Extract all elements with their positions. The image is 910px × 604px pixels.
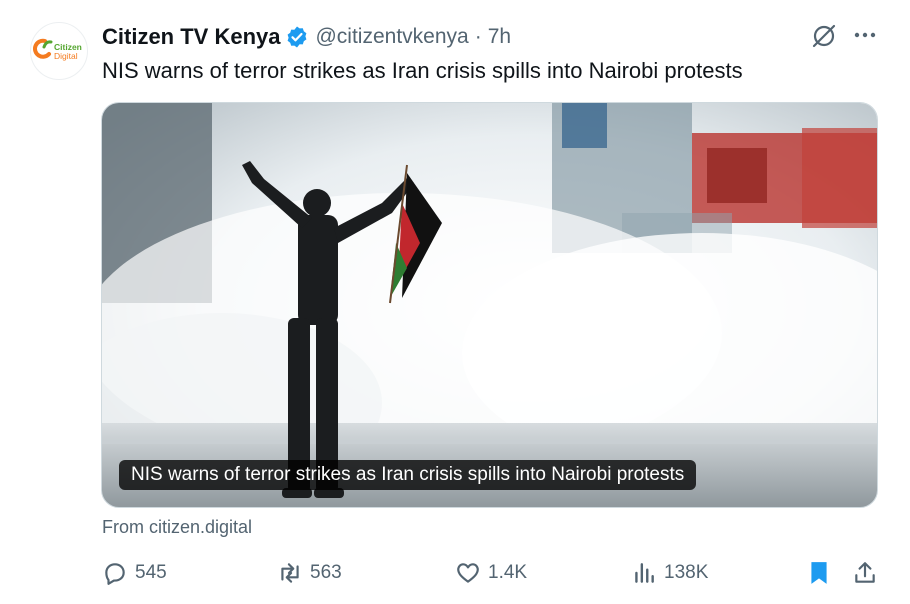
author-handle[interactable]: @citizentvkenya [315,25,468,49]
author-name[interactable]: Citizen TV Kenya [102,24,280,50]
protest-photo [102,103,877,507]
more-options-icon[interactable] [852,22,878,48]
like-count: 1.4K [488,562,528,583]
repost-count: 563 [310,562,342,583]
post-header: Citizen TV Kenya @citizentvkenya · 7h [102,22,511,52]
author-avatar[interactable]: Citizen Digital [30,22,88,80]
post-time[interactable]: 7h [488,25,511,49]
link-card-image[interactable]: NIS warns of terror strikes as Iran cris… [101,102,878,508]
post-text: NIS warns of terror strikes as Iran cris… [102,58,743,83]
citizen-digital-logo: Citizen Digital [33,38,82,61]
repost-button[interactable]: 563 [277,560,342,586]
card-caption: NIS warns of terror strikes as Iran cris… [119,460,697,490]
share-icon [855,562,875,583]
reply-count: 545 [135,562,167,583]
svg-text:Digital: Digital [54,51,78,61]
meta-separator: · [474,25,482,48]
bookmark-button[interactable] [806,560,839,586]
action-bar: 545 563 1.4K 138K [0,558,910,592]
reply-icon [105,563,125,585]
bookmark-icon [811,562,827,584]
card-source[interactable]: From citizen.digital [102,517,252,538]
views-count: 138K [664,562,709,583]
repost-icon [281,563,299,583]
views-icon [635,563,654,583]
heart-icon [457,563,479,583]
like-button[interactable]: 1.4K [455,560,527,586]
verified-badge-icon [288,26,307,48]
reply-button[interactable]: 545 [102,560,167,586]
share-button[interactable] [852,560,885,586]
grok-icon[interactable] [810,22,838,50]
views-button[interactable]: 138K [631,560,708,586]
